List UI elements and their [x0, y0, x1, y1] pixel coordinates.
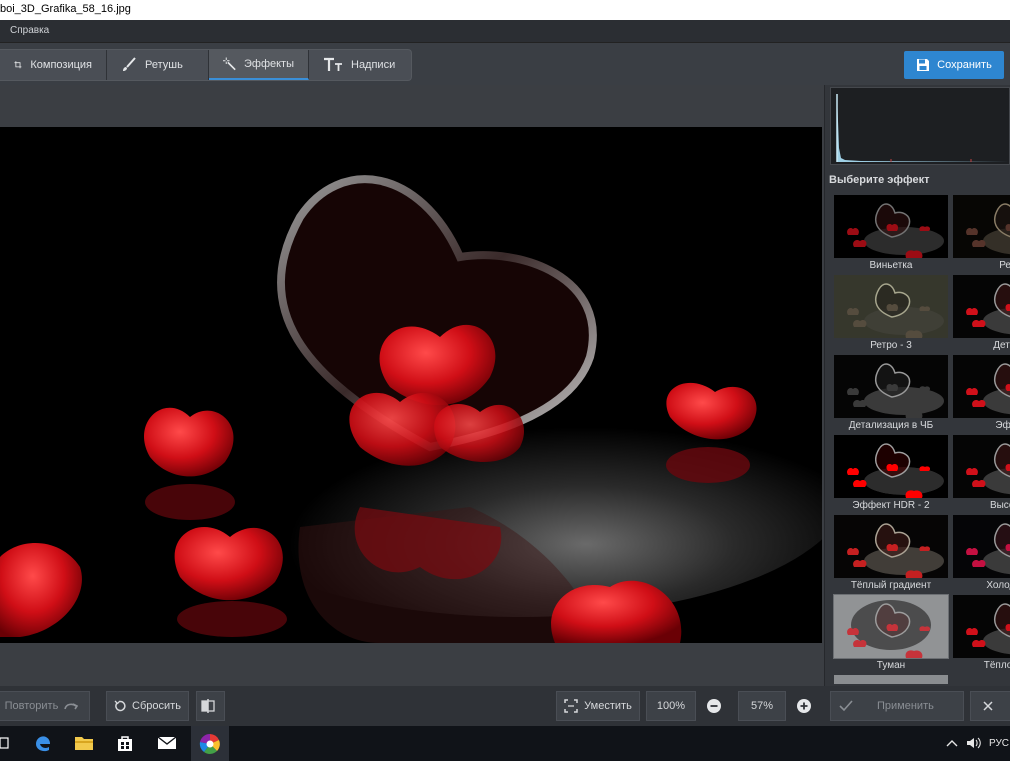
- effect-preview-thumbnail: [953, 595, 1010, 658]
- effect-item-label: Ретр: [999, 260, 1010, 271]
- checkmark-icon: [839, 700, 853, 712]
- redo-button-label: Повторить: [4, 700, 59, 712]
- zoom-in-button[interactable]: [792, 691, 822, 721]
- compare-icon: [200, 699, 215, 713]
- compare-button[interactable]: [196, 691, 225, 721]
- effect-item[interactable]: Эффект HDR - 2: [834, 435, 948, 513]
- apply-button[interactable]: Применить: [830, 691, 964, 721]
- magic-wand-icon: [223, 57, 236, 71]
- photo-canvas[interactable]: [0, 127, 822, 643]
- effect-preview-thumbnail: [834, 435, 948, 498]
- effect-item-label: Эффект HDR - 2: [852, 500, 930, 511]
- tab-retouch-label: Ретушь: [145, 59, 183, 71]
- crop-icon: [14, 61, 22, 69]
- zoom-level-value: 57%: [750, 700, 774, 712]
- save-button[interactable]: Сохранить: [904, 51, 1004, 79]
- tab-composition[interactable]: Композиция: [0, 50, 107, 80]
- effect-item-label: Тёплое тон: [983, 660, 1010, 671]
- effect-item-label: Холодный: [986, 580, 1010, 591]
- effect-item-label: Ретро - 3: [870, 340, 912, 351]
- effect-item[interactable]: Детализация в ЧБ: [834, 355, 948, 433]
- tab-effects-label: Эффекты: [243, 58, 294, 70]
- cancel-effect-button[interactable]: [970, 691, 1010, 721]
- menu-bar: Справка: [0, 20, 1010, 43]
- effect-preview-thumbnail: [953, 275, 1010, 338]
- file-explorer-icon[interactable]: [72, 731, 96, 755]
- zoom-100-label: 100%: [656, 700, 686, 712]
- effect-item-label: Высокий: [989, 500, 1010, 511]
- effect-preview-thumbnail: [953, 195, 1010, 258]
- tab-captions-label: Надписи: [351, 59, 396, 71]
- zoom-out-button[interactable]: [702, 691, 732, 721]
- effect-preview-thumbnail: [834, 195, 948, 258]
- reset-icon: [114, 700, 126, 712]
- mail-icon[interactable]: [155, 731, 179, 755]
- fit-button[interactable]: Уместить: [556, 691, 640, 721]
- photo-editor-icon[interactable]: [191, 726, 229, 761]
- close-icon: [982, 701, 993, 711]
- fit-screen-icon: [564, 699, 578, 713]
- minus-circle-icon: [707, 699, 721, 713]
- effect-item-label: Детализация в ЧБ: [848, 420, 934, 431]
- zoom-100-button[interactable]: 100%: [646, 691, 696, 721]
- plus-circle-icon: [797, 699, 811, 713]
- redo-button[interactable]: Повторить: [0, 691, 90, 721]
- effect-item[interactable]: Туман: [833, 594, 949, 673]
- volume-icon[interactable]: [966, 737, 982, 752]
- menu-item-help[interactable]: Справка: [10, 25, 49, 36]
- apply-button-label: Применить: [877, 700, 934, 712]
- task-view-icon[interactable]: [0, 731, 16, 755]
- histogram-graph: [836, 94, 1009, 162]
- zoom-level-field[interactable]: 57%: [738, 691, 786, 721]
- effect-item[interactable]: Ретро - 3: [834, 275, 948, 353]
- effect-item[interactable]: Тёплый градиент: [834, 515, 948, 593]
- text-icon: [324, 57, 342, 71]
- tab-captions[interactable]: Надписи: [309, 50, 411, 80]
- edge-icon[interactable]: [31, 731, 55, 755]
- effect-item[interactable]: Виньетка: [834, 195, 948, 273]
- effect-item-partial: [834, 675, 948, 684]
- redo-icon: [64, 703, 79, 710]
- effect-preview-thumbnail: [834, 355, 948, 418]
- effect-item[interactable]: Детали: [953, 275, 1010, 353]
- floppy-disk-icon: [917, 59, 930, 71]
- photo-hearts-image: [0, 127, 822, 643]
- window-title: boi_3D_Grafika_58_16.jpg: [0, 3, 131, 15]
- windows-taskbar: [0, 726, 1010, 761]
- effect-item-label: Эффе: [995, 420, 1010, 431]
- tray-expand-icon[interactable]: [946, 738, 958, 751]
- effect-preview-thumbnail: [953, 435, 1010, 498]
- effect-preview-thumbnail: [833, 594, 949, 659]
- effect-item[interactable]: Высокий: [953, 435, 1010, 513]
- effect-item[interactable]: Холодный: [953, 515, 1010, 593]
- effect-preview-thumbnail: [834, 515, 948, 578]
- histogram: [830, 87, 1010, 165]
- effect-item-label: Детали: [993, 340, 1010, 351]
- brush-icon: [123, 57, 136, 71]
- effects-panel-title: Выберите эффект: [829, 174, 930, 186]
- save-button-label: Сохранить: [937, 59, 992, 71]
- reset-button-label: Сбросить: [132, 700, 181, 712]
- fit-button-label: Уместить: [584, 700, 632, 712]
- effect-item[interactable]: Ретр: [953, 195, 1010, 273]
- toolbar: Композиция Ретушь Эффекты Надписи: [0, 43, 1010, 85]
- effect-item[interactable]: Тёплое тон: [953, 595, 1010, 673]
- tab-composition-label: Композиция: [30, 59, 92, 71]
- effects-grid: Виньетка Ретр Ретро - 3 Детали Детализация в…: [832, 194, 1010, 684]
- tab-retouch[interactable]: Ретушь: [107, 50, 209, 80]
- effect-item-label: Туман: [876, 660, 906, 671]
- effect-preview-thumbnail: [953, 355, 1010, 418]
- effect-preview-thumbnail: [834, 275, 948, 338]
- tab-effects[interactable]: Эффекты: [209, 50, 309, 80]
- language-indicator[interactable]: РУС: [989, 738, 1009, 749]
- mode-tabs: Композиция Ретушь Эффекты Надписи: [0, 49, 412, 81]
- effect-item[interactable]: Эффе: [953, 355, 1010, 433]
- store-icon[interactable]: [113, 731, 137, 755]
- effect-item-label: Тёплый градиент: [850, 580, 932, 591]
- window-title-bar: boi_3D_Grafika_58_16.jpg: [0, 0, 1010, 20]
- reset-button[interactable]: Сбросить: [106, 691, 189, 721]
- effect-item-label: Виньетка: [869, 260, 913, 271]
- effect-preview-thumbnail: [953, 515, 1010, 578]
